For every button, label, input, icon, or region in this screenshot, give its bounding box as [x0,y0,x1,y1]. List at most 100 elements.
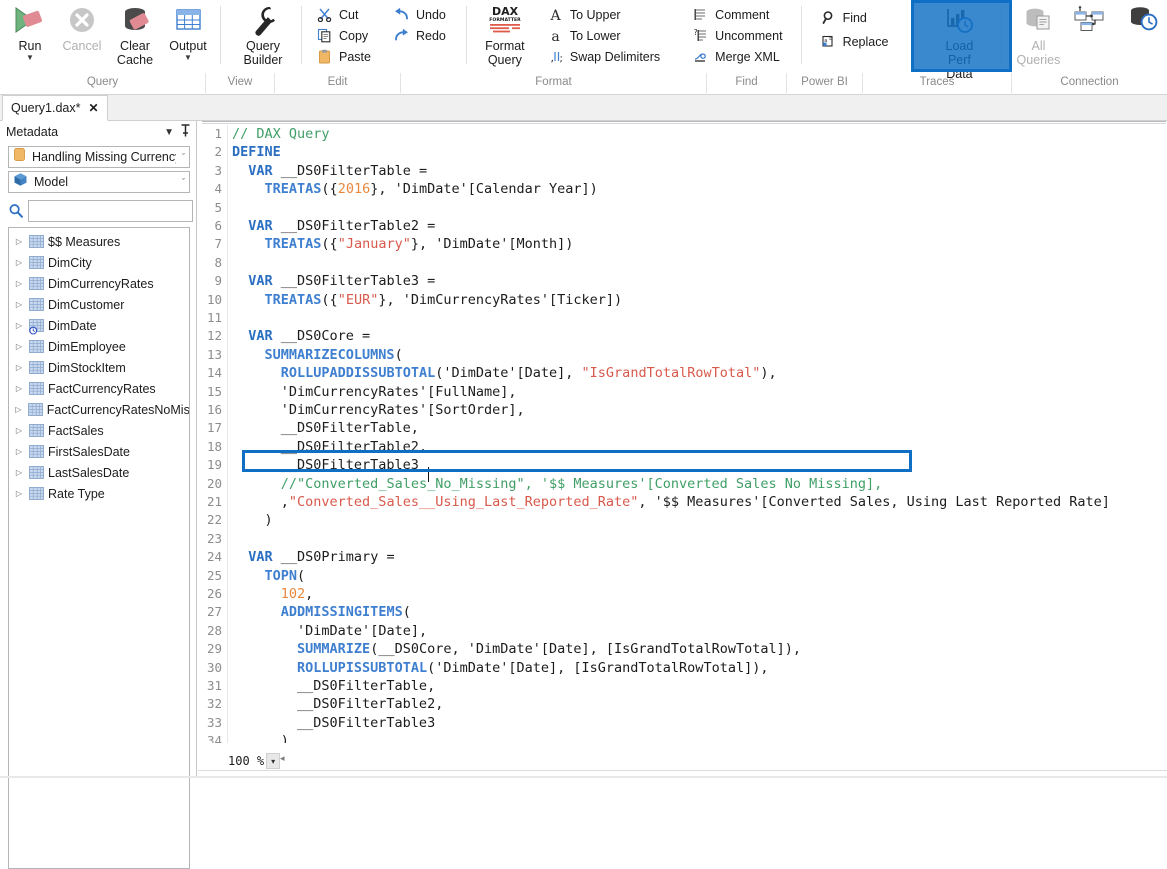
tree-item-factsales[interactable]: ▷ FactSales [9,420,189,441]
code-line[interactable]: ,"Converted_Sales__Using_Last_Reported_R… [232,493,1110,511]
uncomment-button[interactable]: ? Uncomment [688,25,788,46]
line-number: 9 [214,273,222,289]
code-line[interactable]: TOPN( [232,567,306,585]
line-number: 19 [206,457,222,473]
undo-button[interactable]: Undo [389,4,452,25]
tree-item-label: DimCurrencyRates [48,276,154,291]
code-line[interactable]: SUMMARIZE(__DS0Core, 'DimDate'[Date], [I… [232,640,801,658]
tree-item-dimemployee[interactable]: ▷ DimEmployee [9,336,189,357]
metadata-pane: Metadata ▼ Handling Missing Currency ˇ M… [0,121,197,869]
code-line[interactable]: 'DimCurrencyRates'[FullName], [232,383,517,401]
tree-item-dimstockitem[interactable]: ▷ DimStockItem [9,357,189,378]
expand-arrow-icon[interactable]: ▷ [13,300,25,309]
swap-delimiters-button[interactable]: , ; Swap Delimiters [543,46,666,67]
code-line[interactable]: VAR __DS0FilterTable2 = [232,217,435,235]
tree-item-ratetype[interactable]: ▷ Rate Type [9,483,189,504]
query-plan-button[interactable]: Query Plan [1064,0,1116,67]
run-button[interactable]: Run ▼ [4,0,56,62]
code-line[interactable]: ROLLUPISSUBTOTAL('DimDate'[Date], [IsGra… [232,659,768,677]
horizontal-scroll-left-arrow[interactable]: ◂ [280,753,285,764]
chevron-down-icon[interactable]: ▾ [266,753,281,769]
metadata-tree[interactable]: ▷ $$ Measures ▷ DimCity ▷ DimCurrencyRat… [8,227,190,869]
code-line[interactable]: __DS0FilterTable2, [232,695,443,713]
clear-cache-button[interactable]: Clear Cache [108,0,162,67]
code-line[interactable]: 'DimDate'[Date], [232,622,427,640]
chevron-down-icon[interactable]: ˇ [182,177,185,187]
merge-xml-button[interactable]: Merge XML [688,46,788,67]
expand-arrow-icon[interactable]: ▷ [13,363,25,372]
code-line[interactable]: ADDMISSINGITEMS( [232,603,411,621]
pin-icon[interactable] [180,124,191,140]
tree-item-factcurrencyratesnomissing[interactable]: ▷ FactCurrencyRatesNoMissin [9,399,189,420]
code-line[interactable]: DEFINE [232,143,281,161]
comment-button[interactable]: Comment [688,4,788,25]
expand-arrow-icon[interactable]: ▷ [13,405,24,414]
close-icon[interactable]: ✕ [88,102,98,114]
code-line[interactable]: VAR __DS0Primary = [232,548,394,566]
expand-arrow-icon[interactable]: ▷ [13,384,25,393]
expand-arrow-icon[interactable]: ▷ [13,468,25,477]
expand-arrow-icon[interactable]: ▷ [13,237,25,246]
replace-button[interactable]: a b Replace [816,31,895,52]
code-area[interactable]: 1 2 3 4 5 6 7 8 9 10 11 12 13 14 15 16 17 18 19 20 21 22 23 24 2… [198,125,1167,743]
tree-item-dimcustomer[interactable]: ▷ DimCustomer [9,294,189,315]
model-selector[interactable]: Model ˇ [8,171,190,193]
code-line[interactable]: TREATAS({"January"}, 'DimDate'[Month]) [232,235,574,253]
code-line[interactable]: SUMMARIZECOLUMNS( [232,346,403,364]
clipboard-icon [316,48,333,65]
cut-button[interactable]: Cut [312,4,377,25]
code-line[interactable]: __DS0FilterTable3 [232,714,435,732]
document-tab-query1[interactable]: Query1.dax* ✕ [2,95,108,121]
tree-item-dimdate[interactable]: ▷ DimDate [9,315,189,336]
expand-arrow-icon[interactable]: ▷ [13,321,25,330]
redo-button[interactable]: Redo [389,25,452,46]
tree-item-lastsalesdate[interactable]: ▷ LastSalesDate [9,462,189,483]
server-timings-button[interactable]: Server Timings [1116,0,1167,67]
tree-item-factcurrencyrates[interactable]: ▷ FactCurrencyRates [9,378,189,399]
chevron-down-icon[interactable]: ˇ [182,152,185,162]
query-builder-button[interactable]: Query Builder [233,0,293,67]
code-line[interactable]: TREATAS({2016}, 'DimDate'[Calendar Year]… [232,180,598,198]
run-caret-down-icon[interactable]: ▼ [26,54,34,62]
expand-arrow-icon[interactable]: ▷ [13,426,25,435]
code-line[interactable]: VAR __DS0FilterTable3 = [232,272,435,290]
code-line[interactable]: VAR __DS0Core = [232,327,370,345]
code-line[interactable]: TREATAS({"EUR"}, 'DimCurrencyRates'[Tick… [232,291,623,309]
code-line[interactable]: // DAX Query [232,125,330,143]
paste-button[interactable]: Paste [312,46,377,67]
metadata-search-input[interactable] [28,200,193,222]
format-query-button[interactable]: DAX FORMATTER Format Query [477,0,533,67]
tree-item-measures[interactable]: ▷ $$ Measures [9,231,189,252]
expand-arrow-icon[interactable]: ▷ [13,447,25,456]
to-upper-button[interactable]: A To Upper [543,4,666,25]
to-lower-button[interactable]: a To Lower [543,25,666,46]
dax-editor[interactable]: 1 2 3 4 5 6 7 8 9 10 11 12 13 14 15 16 17 18 19 20 21 22 23 24 2… [198,121,1167,778]
all-queries-icon [1022,3,1054,37]
expand-arrow-icon[interactable]: ▷ [13,279,25,288]
code-line[interactable]: ROLLUPADDISSUBTOTAL('DimDate'[Date], "Is… [232,364,777,382]
code-line[interactable]: __DS0FilterTable, [232,677,435,695]
expand-arrow-icon[interactable]: ▷ [13,258,25,267]
code-line[interactable]: //"Converted_Sales_No_Missing", '$$ Meas… [232,475,882,493]
copy-button[interactable]: Copy [312,25,377,46]
code-line[interactable]: ), [232,732,297,743]
code-line[interactable]: ) [232,511,273,529]
expand-arrow-icon[interactable]: ▷ [13,342,25,351]
run-icon [13,3,47,37]
zoom-control[interactable]: 100 % ▾ [228,752,281,770]
connection-selector[interactable]: Handling Missing Currency ˇ [8,146,190,168]
code-line[interactable]: __DS0FilterTable, [232,419,419,437]
chevron-down-icon[interactable]: ▼ [164,127,174,138]
tree-item-dimcity[interactable]: ▷ DimCity [9,252,189,273]
find-button[interactable]: Find [816,7,895,28]
expand-arrow-icon[interactable]: ▷ [13,489,25,498]
output-caret-down-icon[interactable]: ▼ [184,54,192,62]
code-line[interactable]: 102, [232,585,314,603]
table-icon [27,403,43,416]
code-lines[interactable]: // DAX Query DEFINE VAR __DS0FilterTable … [232,125,1167,743]
tree-item-firstsalesdate[interactable]: ▷ FirstSalesDate [9,441,189,462]
code-line[interactable]: 'DimCurrencyRates'[SortOrder], [232,401,525,419]
tree-item-dimcurrencyrates[interactable]: ▷ DimCurrencyRates [9,273,189,294]
output-button[interactable]: Output ▼ [162,0,214,62]
code-line[interactable]: VAR __DS0FilterTable = [232,162,427,180]
